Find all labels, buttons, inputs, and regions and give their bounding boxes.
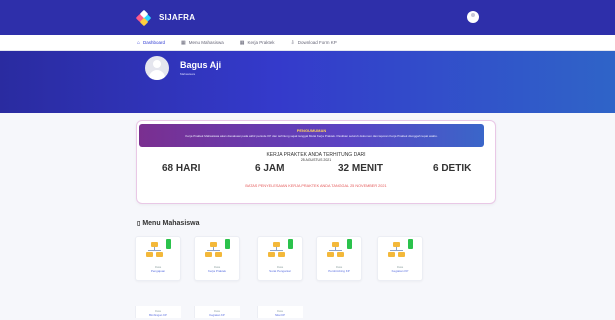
tile-title: Kegiatan KP <box>391 269 409 273</box>
brand[interactable]: SIJAFRA <box>135 9 196 26</box>
deadline-notice: BATAS PENYELESAIAN KERJA PRAKTEK ANDA TA… <box>245 184 387 188</box>
tile-title: Surat Pengantar <box>269 269 291 273</box>
tile-title: Bimbingan KP <box>149 313 167 317</box>
menu-tile-kegiatan[interactable]: Data Kegiatan KP <box>377 236 423 281</box>
profile-avatar <box>145 56 169 80</box>
tile-title: Pengajuan <box>150 269 166 273</box>
menu-heading: ▯ Menu Mahasiswa <box>137 220 200 227</box>
brand-name: SIJAFRA <box>159 13 196 22</box>
status-bar-icon <box>225 239 230 249</box>
countdown-minutes: 32 MENIT <box>338 163 384 174</box>
menu-tile-pengajuan[interactable]: Data Pengajuan <box>135 236 181 281</box>
announcement-text: Kerja Praktek Mahasiswa akan dievaluasi … <box>185 134 438 138</box>
nav-kerja-praktek[interactable]: ▦ Kerja Praktek <box>240 40 275 46</box>
countdown-hours: 6 JAM <box>255 163 285 174</box>
countdown-seconds: 6 DETIK <box>433 163 472 174</box>
org-chart-icon <box>388 242 406 260</box>
brand-logo-icon <box>135 9 152 26</box>
main-nav: ⌂ Dashboard ▦ Menu Mahasiswa ▦ Kerja Pra… <box>0 35 615 51</box>
nav-label: Dashboard <box>143 40 166 45</box>
nav-dashboard[interactable]: ⌂ Dashboard <box>137 40 165 46</box>
menu-tile-bimbingan[interactable]: Data Bimbingan KP <box>135 306 181 318</box>
nav-label: Kerja Praktek <box>247 40 275 45</box>
download-icon: ⇩ <box>290 39 295 46</box>
top-navigation-bar: SIJAFRA <box>0 0 615 35</box>
menu-tile-pembimbing[interactable]: Data Pembimbing KP <box>316 236 362 281</box>
menu-tile-nilai[interactable]: Data Nilai KP <box>257 306 303 318</box>
announcement-banner: PENGUMUMAN Kerja Praktek Mahasiswa akan … <box>139 124 484 147</box>
menu-tile-surat-pengantar[interactable]: Data Surat Pengantar <box>257 236 303 281</box>
profile-subtitle: Mahasiswa <box>180 72 196 76</box>
tile-title: Kegiatan KP <box>209 313 225 317</box>
org-chart-icon <box>146 242 164 260</box>
tile-title: Nilai KP <box>275 313 285 317</box>
org-chart-icon <box>268 242 286 260</box>
grid-icon: ▦ <box>181 39 186 46</box>
nav-menu-mahasiswa[interactable]: ▦ Menu Mahasiswa <box>181 40 224 46</box>
countdown-days: 68 HARI <box>162 163 201 174</box>
status-bar-icon <box>288 239 293 249</box>
nav-label: Download Form KP <box>297 40 337 45</box>
announcement-title: PENGUMUMAN <box>296 128 327 133</box>
org-chart-icon <box>327 242 345 260</box>
status-bar-icon <box>166 239 171 249</box>
home-icon: ⌂ <box>137 39 141 46</box>
nav-download-form[interactable]: ⇩ Download Form KP <box>291 40 337 46</box>
countdown-date: 25 AGUSTUS 2021 <box>300 158 332 162</box>
nav-label: Menu Mahasiswa <box>188 40 224 45</box>
profile-banner <box>0 51 615 113</box>
menu-title: Menu Mahasiswa <box>142 220 200 227</box>
profile-name: Bagus Aji <box>180 60 222 70</box>
grid-icon: ▦ <box>239 39 245 46</box>
org-chart-icon <box>205 242 223 260</box>
status-bar-icon <box>347 239 352 249</box>
menu-tile-kegiatan-kp[interactable]: Data Kegiatan KP <box>194 306 240 318</box>
tile-title: Kerja Praktek <box>207 269 226 273</box>
status-bar-icon <box>408 239 413 249</box>
tile-title: Pembimbing KP <box>328 269 350 273</box>
document-icon: ▯ <box>137 221 141 227</box>
user-avatar-icon[interactable] <box>467 11 479 23</box>
menu-tile-kerja-praktek[interactable]: Data Kerja Praktek <box>194 236 240 281</box>
